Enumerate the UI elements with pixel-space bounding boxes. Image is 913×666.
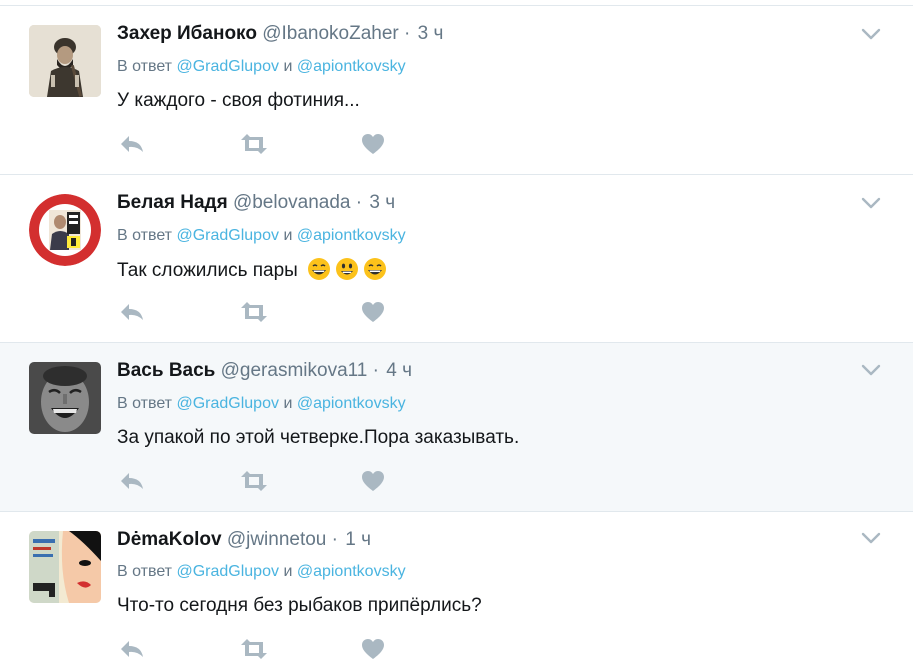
retweet-icon [241, 639, 267, 659]
like-button[interactable] [361, 133, 391, 157]
tweet-header: Вась Вась @gerasmikova11 · 4 ч [117, 359, 412, 383]
user-name[interactable]: Белая Надя [117, 192, 228, 213]
like-icon [362, 302, 384, 322]
reply-icon [121, 136, 143, 152]
retweet-button[interactable] [239, 470, 269, 494]
grinning-face-icon [308, 258, 331, 280]
mention-link[interactable]: @GradGlupov [176, 563, 279, 580]
reply-context: В ответ @GradGlupov и @apiontkovsky [117, 394, 406, 414]
separator: · [331, 529, 338, 550]
chevron-down-icon[interactable] [861, 363, 881, 377]
tweet-text: У каждого - своя фотиния... [117, 90, 360, 111]
grinning-face-icon [364, 258, 387, 280]
laughing-man-photo-icon [29, 362, 101, 434]
tweet-text: Так сложились пары [117, 260, 298, 281]
user-handle[interactable]: @IbanokoZaher [262, 23, 399, 44]
pop-art-comic-photo-icon [29, 531, 101, 603]
user-handle[interactable]: @belovanada [233, 192, 351, 213]
mention-link[interactable]: @apiontkovsky [297, 395, 406, 412]
user-name[interactable]: Захер Ибаноко [117, 23, 257, 44]
mention-link[interactable]: @apiontkovsky [297, 227, 406, 244]
party-badge-logo-icon [29, 194, 101, 266]
tweet-text: За упакой по этой четверке.Пора заказыва… [117, 427, 520, 448]
separator: · [355, 192, 363, 213]
man-with-rifle-photo-icon [29, 25, 101, 97]
avatar[interactable] [29, 362, 101, 434]
reply-button[interactable] [119, 301, 149, 325]
like-icon [362, 639, 384, 659]
mention-link[interactable]: @apiontkovsky [297, 58, 406, 75]
retweet-button[interactable] [239, 638, 269, 662]
tweet-header: DėmaKolov @jwinnetou · 1 ч [117, 528, 371, 552]
smiling-face-icon [336, 258, 359, 280]
avatar[interactable] [29, 194, 101, 266]
chevron-down-icon[interactable] [861, 27, 881, 41]
timestamp[interactable]: 3 ч [418, 23, 444, 44]
user-name[interactable]: DėmaKolov [117, 529, 222, 550]
reply-and: и [283, 395, 293, 412]
reply-context: В ответ @GradGlupov и @apiontkovsky [117, 57, 406, 77]
timestamp[interactable]: 1 ч [345, 529, 371, 550]
avatar[interactable] [29, 531, 101, 603]
like-button[interactable] [361, 301, 391, 325]
reply-prefix: В ответ [117, 395, 173, 412]
mention-link[interactable]: @GradGlupov [176, 58, 279, 75]
user-handle[interactable]: @gerasmikova11 [221, 360, 368, 381]
reply-icon [121, 641, 143, 657]
tweet[interactable]: Вась Вась @gerasmikova11 · 4 ч В ответ @… [0, 342, 913, 511]
timestamp[interactable]: 4 ч [386, 360, 412, 381]
separator: · [404, 23, 411, 44]
like-button[interactable] [361, 470, 391, 494]
like-button[interactable] [361, 638, 391, 662]
reply-icon [121, 304, 143, 320]
reply-prefix: В ответ [117, 58, 173, 75]
retweet-button[interactable] [239, 133, 269, 157]
reply-and: и [283, 227, 293, 244]
timestamp[interactable]: 3 ч [369, 192, 395, 213]
like-icon [362, 471, 384, 491]
mention-link[interactable]: @GradGlupov [176, 227, 279, 244]
tweet-header: Захер Ибаноко @IbanokoZaher · 3 ч [117, 22, 443, 46]
mention-link[interactable]: @GradGlupov [176, 395, 279, 412]
reply-prefix: В ответ [117, 563, 173, 580]
mention-link[interactable]: @apiontkovsky [297, 563, 406, 580]
reply-prefix: В ответ [117, 227, 173, 244]
tweet-feed: Захер Ибаноко @IbanokoZaher · 3 ч В отве… [0, 0, 913, 666]
reply-and: и [283, 563, 293, 580]
avatar[interactable] [29, 25, 101, 97]
reply-button[interactable] [119, 638, 149, 662]
retweet-icon [241, 302, 267, 322]
tweet[interactable]: Белая Надя @belovanada · 3 ч В ответ @Gr… [0, 174, 913, 342]
tweet-header: Белая Надя @belovanada · 3 ч [117, 191, 395, 215]
tweet[interactable]: Захер Ибаноко @IbanokoZaher · 3 ч В отве… [0, 5, 913, 174]
reply-button[interactable] [119, 133, 149, 157]
user-name[interactable]: Вась Вась [117, 360, 215, 381]
reply-button[interactable] [119, 470, 149, 494]
retweet-icon [241, 471, 267, 491]
tweet[interactable]: DėmaKolov @jwinnetou · 1 ч В ответ @Grad… [0, 511, 913, 666]
tweet-text: Что-то сегодня без рыбаков припёрлись? [117, 595, 482, 616]
like-icon [362, 134, 384, 154]
chevron-down-icon[interactable] [861, 531, 881, 545]
retweet-icon [241, 134, 267, 154]
reply-context: В ответ @GradGlupov и @apiontkovsky [117, 562, 406, 582]
user-handle[interactable]: @jwinnetou [227, 529, 327, 550]
chevron-down-icon[interactable] [861, 196, 881, 210]
separator: · [372, 360, 379, 381]
retweet-button[interactable] [239, 301, 269, 325]
reply-icon [121, 473, 143, 489]
reply-and: и [283, 58, 293, 75]
tweet-text-row: Так сложились пары [117, 257, 387, 283]
reply-context: В ответ @GradGlupov и @apiontkovsky [117, 226, 406, 246]
